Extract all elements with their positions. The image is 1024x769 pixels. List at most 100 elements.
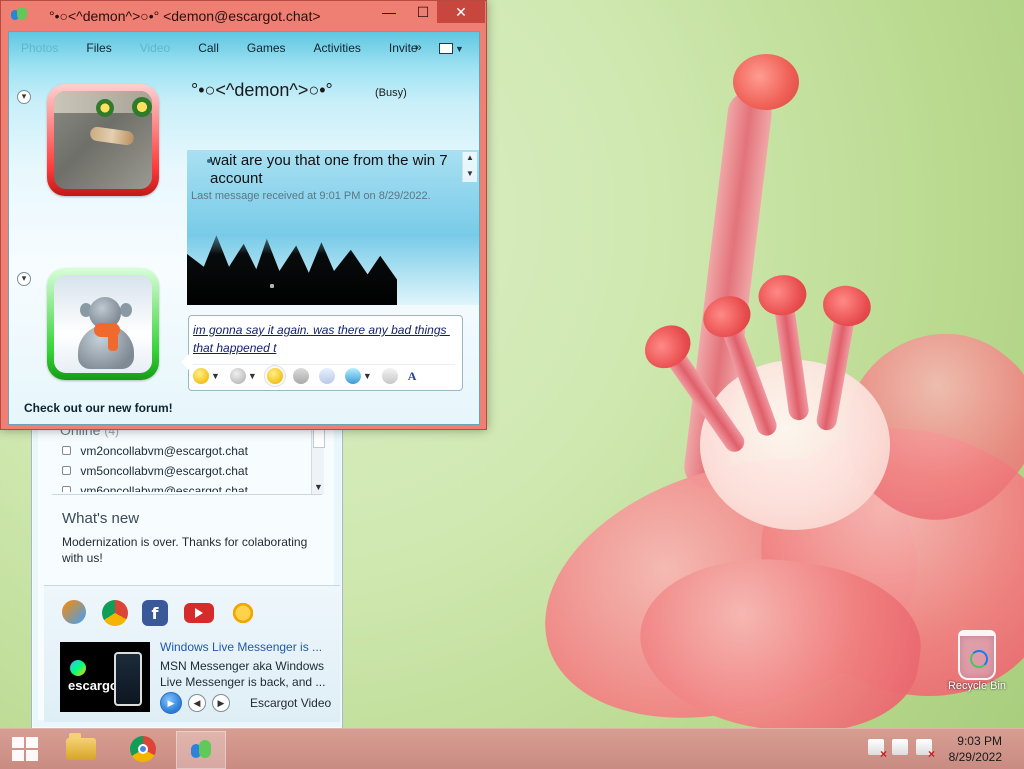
start-icon — [12, 750, 24, 761]
chevron-down-icon: ▼ — [211, 371, 220, 381]
network-icon[interactable] — [892, 739, 908, 755]
user-display-picture[interactable] — [47, 268, 159, 380]
tab-invite[interactable]: Invite — [389, 41, 418, 55]
font-button[interactable]: A — [408, 367, 417, 385]
messenger-icon — [188, 737, 214, 763]
nudge-button[interactable] — [266, 367, 283, 385]
spelling-button[interactable] — [318, 367, 335, 385]
spelling-icon — [318, 368, 335, 384]
message-history: wait are you that one from the win 7 acc… — [187, 150, 479, 305]
divider — [52, 494, 322, 495]
clock-time: 9:03 PM — [957, 734, 1002, 748]
contact-email: vm6oncollabvm@escargot.chat — [80, 484, 248, 498]
weather-icon[interactable] — [230, 600, 256, 626]
recycle-bin[interactable]: Recycle Bin — [942, 630, 1012, 710]
scroll-down-icon[interactable]: ▼ — [466, 169, 474, 178]
video-thumbnail[interactable]: escargot — [60, 642, 150, 712]
close-button[interactable]: ✕ — [437, 1, 485, 23]
contacts-scrollbar[interactable]: ▼ — [311, 426, 325, 494]
message-input[interactable] — [193, 321, 455, 361]
compose-box: ▼ ▼ ▼ — [181, 315, 463, 391]
recycle-bin-label: Recycle Bin — [947, 680, 1007, 692]
chevron-down-icon: ▼ — [362, 371, 372, 381]
taskbar-messenger[interactable] — [176, 731, 226, 769]
clock[interactable]: 9:03 PM 8/29/2022 — [932, 733, 1002, 765]
voice-clip-icon — [292, 368, 309, 384]
collapse-display-picture-icon[interactable]: ▾ — [17, 90, 31, 104]
scroll-up-icon[interactable]: ▲ — [466, 153, 474, 162]
contacts-window: Online (4) vm2oncollabvm@escargot.chat v… — [31, 420, 343, 728]
contact-display-picture[interactable] — [47, 84, 159, 196]
video-title-link[interactable]: Windows Live Messenger is ... — [160, 640, 335, 654]
contact-photo — [54, 91, 152, 189]
windows-live-icon[interactable] — [62, 600, 86, 624]
flower-tip — [733, 54, 799, 110]
tab-activities[interactable]: Activities — [314, 41, 361, 55]
scrollbar-thumb[interactable] — [313, 428, 325, 448]
video-source: Escargot Video — [250, 696, 332, 710]
quick-links-strip: f escargot Windows Live Messenger is ...… — [44, 585, 340, 722]
conversation-tabs: Photos Files Video Call Games Activities… — [9, 32, 479, 64]
previous-icon[interactable]: ◀ — [188, 694, 206, 712]
chevron-down-icon: ▼ — [247, 371, 257, 381]
background-grass — [187, 235, 397, 305]
more-tabs-button[interactable]: » — [415, 40, 422, 54]
contact-name: °•○<^demon^>○•° — [191, 80, 333, 100]
tab-video[interactable]: Video — [140, 41, 170, 55]
folder-icon — [66, 733, 96, 760]
taskbar-chrome[interactable] — [119, 731, 167, 767]
chat-window: °•○<^demon^>○•° <demon@escargot.chat> — … — [0, 0, 487, 430]
volume-muted-icon[interactable] — [868, 739, 887, 761]
chrome-icon[interactable] — [102, 600, 128, 626]
maximize-button[interactable]: ☐ — [407, 1, 439, 23]
whats-new-text: Modernization is over. Thanks for colabo… — [62, 535, 308, 565]
start-button[interactable] — [10, 735, 40, 763]
whats-new-title: What's new — [62, 510, 140, 527]
youtube-icon[interactable] — [184, 603, 214, 623]
font-icon: A — [407, 368, 417, 383]
winks-button[interactable]: ▼ — [229, 367, 257, 385]
collapse-own-picture-icon[interactable]: ▾ — [17, 272, 31, 286]
nudge-icon — [266, 368, 283, 384]
taskbar-file-explorer[interactable] — [57, 731, 105, 767]
contact-status-icon — [62, 466, 71, 475]
taskbar: 9:03 PM 8/29/2022 — [0, 728, 1024, 769]
window-titlebar[interactable]: °•○<^demon^>○•° <demon@escargot.chat> — … — [1, 1, 486, 31]
compose-toolbar: ▼ ▼ ▼ A — [193, 364, 455, 387]
forum-link[interactable]: Check out our new forum! — [24, 401, 173, 415]
contact-row[interactable]: vm2oncollabvm@escargot.chat — [62, 444, 248, 458]
tab-games[interactable]: Games — [247, 41, 286, 55]
contact-email: vm5oncollabvm@escargot.chat — [80, 464, 248, 478]
facebook-icon[interactable]: f — [142, 600, 168, 626]
scroll-down-icon[interactable]: ▼ — [314, 482, 323, 492]
tab-call[interactable]: Call — [198, 41, 219, 55]
emoticons-button[interactable]: ▼ — [193, 367, 220, 385]
contact-row[interactable]: vm6oncollabvm@escargot.chat — [62, 484, 248, 498]
background-sparkles — [261, 277, 283, 295]
background-icon — [344, 368, 361, 384]
start-icon — [26, 737, 38, 748]
contact-email: vm2oncollabvm@escargot.chat — [80, 444, 248, 458]
next-icon[interactable]: ▶ — [212, 694, 230, 712]
chrome-icon — [130, 736, 156, 762]
system-tray — [868, 739, 935, 761]
play-icon[interactable]: ▶ — [160, 692, 182, 714]
app-logo-icon — [11, 7, 27, 23]
message-scrollbar[interactable]: ▲ ▼ — [462, 152, 477, 182]
video-description: MSN Messenger aka Windows Live Messenger… — [160, 659, 326, 689]
tab-photos[interactable]: Photos — [21, 41, 58, 55]
window-title: °•○<^demon^>○•° <demon@escargot.chat> — [49, 8, 321, 24]
contact-status-icon — [62, 446, 71, 455]
message-text: wait are you that one from the win 7 acc… — [210, 152, 448, 187]
contact-row[interactable]: vm5oncollabvm@escargot.chat — [62, 464, 248, 478]
tab-files[interactable]: Files — [86, 41, 111, 55]
ink-button[interactable] — [381, 367, 398, 385]
menu-icon[interactable]: ▼ — [439, 40, 464, 54]
minimize-button[interactable]: — — [373, 1, 405, 23]
voice-clip-button[interactable] — [292, 367, 309, 385]
conversation-area: Photos Files Video Call Games Activities… — [8, 31, 480, 425]
recycle-bin-icon[interactable] — [958, 630, 996, 680]
background-button[interactable]: ▼ — [344, 367, 372, 385]
clock-date: 8/29/2022 — [948, 750, 1002, 764]
action-center-icon[interactable] — [916, 739, 935, 761]
